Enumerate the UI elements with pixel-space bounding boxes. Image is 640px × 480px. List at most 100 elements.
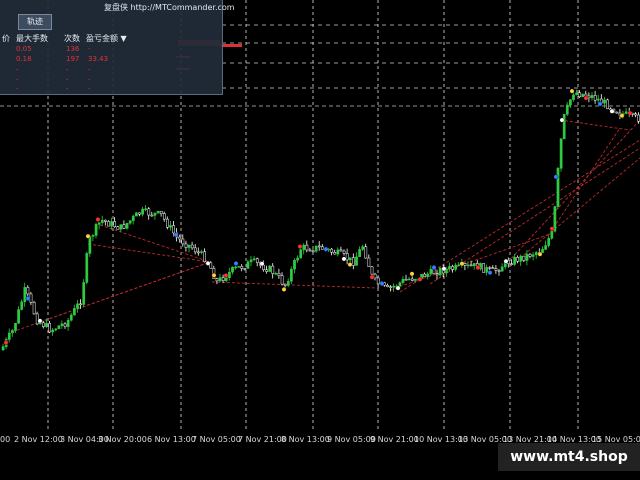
candle-body [497,270,501,272]
time-axis-tick-label: 00 [0,435,11,444]
col-header-pnl[interactable]: 盈亏金额 ▼ [86,33,127,44]
candle-body [364,246,368,259]
trade-marker [619,113,625,119]
candle-body [280,275,284,285]
candle-body [398,282,402,287]
candle-body [215,278,219,282]
candle-body [578,92,582,97]
candle-body [88,236,92,254]
trade-marker [233,261,239,266]
row-1-max-lots: 0.05 [16,45,32,53]
candle-body [584,93,588,97]
candle-body [352,257,355,266]
candle-body [333,252,337,255]
row-1-count: 136 [66,45,80,53]
candle-body [190,244,194,249]
candle-body [79,303,82,306]
trade-review-panel[interactable]: 复盘侠 http://MTCommander.com 轨迹 价 最大手数 次数 … [0,0,235,95]
trade-marker [369,274,375,280]
candle-body [519,255,523,262]
candle-body [91,235,95,237]
candle-body [184,243,188,248]
time-axis-tick-label: 2 Nov 12:00 [14,435,63,444]
row-5-max-lots: - [16,85,19,93]
candle-body [454,264,458,270]
candle-body [559,138,563,169]
candle-body [82,282,86,305]
candle-body [606,99,609,110]
candle-body [200,251,203,253]
trade-marker [347,262,353,267]
candle-body [370,266,374,275]
candle-body [20,301,24,310]
candle-body [290,268,293,282]
candle-body [193,247,197,253]
trade-marker [297,244,303,249]
row-4-pnl: - [88,76,91,84]
row-2-max-lots: 0.18 [16,55,32,63]
candle-body [116,226,120,230]
candle-body [624,111,628,114]
trade-marker [609,108,615,114]
candle-body [500,266,504,272]
candle-body [104,219,107,222]
candle-body [534,252,538,256]
candle-body [414,278,417,281]
trade-marker [223,273,229,278]
candle-body [562,114,566,139]
candle-body [54,328,58,331]
candle-body [451,266,454,270]
trade-connector-line [559,119,631,131]
trade-marker [173,232,179,238]
candle-body [544,245,547,250]
trade-marker [569,88,575,94]
trade-marker [431,265,437,270]
candle-body [97,222,101,225]
candle-body [293,260,296,270]
trade-marker [459,261,465,267]
candle-body [110,221,113,227]
row-3-max-lots: - [16,66,19,74]
candle-body [305,244,309,251]
candle-body [466,264,470,267]
candle-body [286,281,290,286]
candle-body [265,269,268,272]
candle-body [522,255,526,261]
candle-body [510,263,513,265]
candle-body [135,212,138,217]
panel-title: 复盘侠 http://MTCommander.com [104,3,235,12]
candle-body [283,283,287,286]
candle-body [100,219,104,223]
candle-body [169,225,172,228]
candle-body [367,257,371,268]
trade-marker [281,287,287,292]
candle-body [221,277,225,281]
candle-body [128,220,132,224]
candle-body [491,267,495,269]
candle-body [153,212,157,216]
candle-body [392,285,396,288]
trade-marker [323,246,329,252]
candle-body [35,313,39,325]
tab-track[interactable]: 轨迹 [18,14,52,30]
candle-body [308,249,312,252]
trade-marker [25,296,31,301]
panel-profit-bar [220,44,242,47]
candle-body [187,244,191,248]
trade-marker [553,174,559,180]
candle-body [23,287,27,303]
trade-connector-line [507,119,640,263]
candle-body [122,224,126,229]
candle-body [488,267,492,269]
candle-body [314,245,318,252]
candle-body [317,245,321,248]
candle-body [531,254,535,257]
candle-body [228,271,231,278]
candle-body [48,323,51,333]
candle-body [138,212,141,215]
candle-body [348,257,352,261]
candle-body [271,265,275,274]
trade-marker [37,318,43,324]
time-axis-tick-label: 7 Nov 21:00 [238,435,287,444]
candle-body [203,251,206,263]
